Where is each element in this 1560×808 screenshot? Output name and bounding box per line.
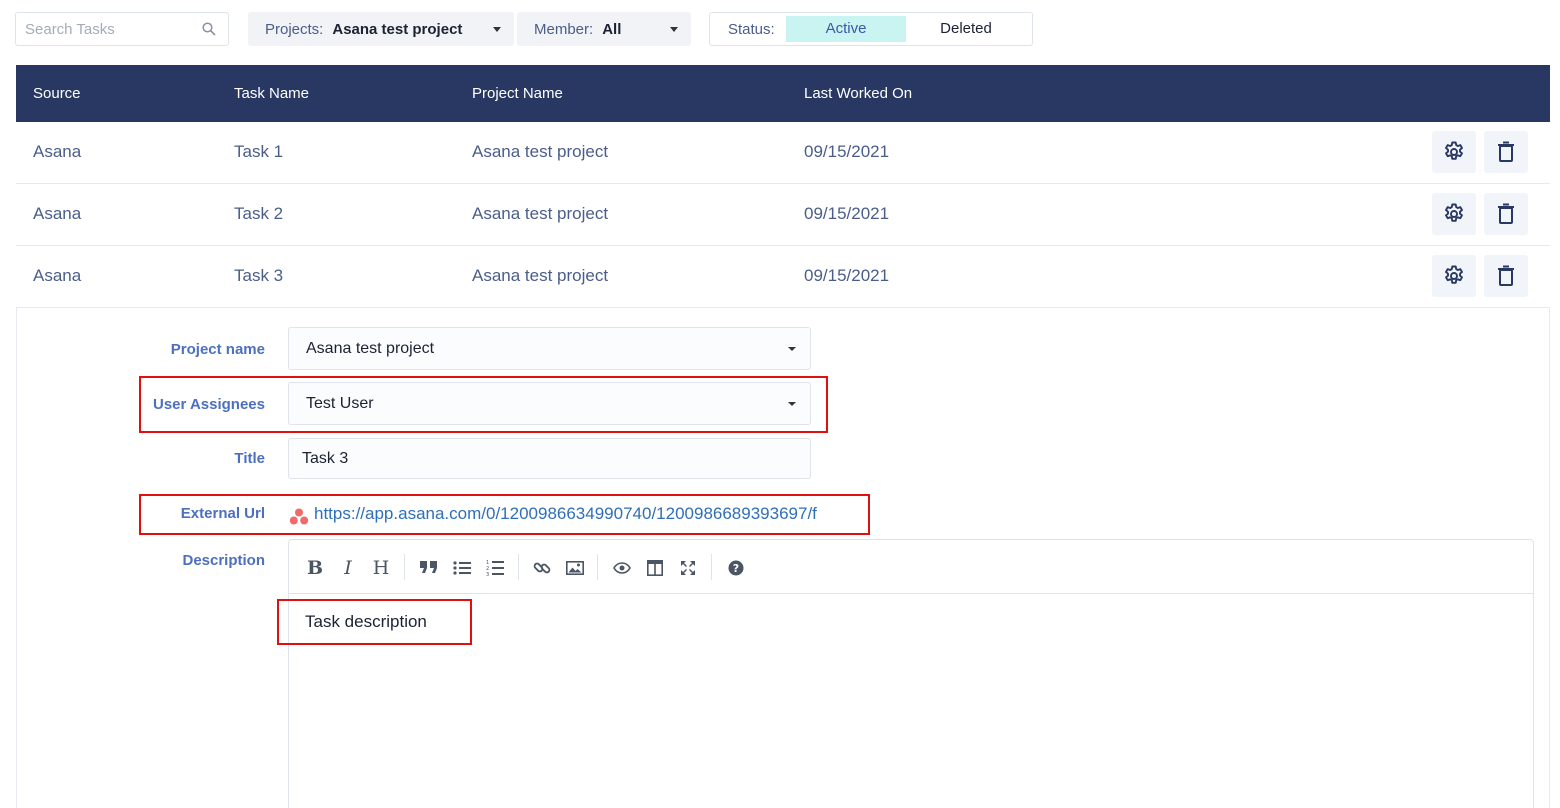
editor-toolbar: B I H 123 ?: [289, 540, 1533, 594]
heading-icon[interactable]: H: [370, 557, 392, 579]
cell-task-name: Task 3: [234, 266, 284, 285]
external-url-label: External Url: [180, 505, 265, 522]
svg-text:?: ?: [733, 562, 739, 575]
column-header-last-worked-on[interactable]: Last Worked On: [804, 85, 912, 102]
title-label: Title: [234, 450, 265, 467]
image-icon[interactable]: [564, 557, 586, 579]
table-row[interactable]: Asana Task 2 Asana test project 09/15/20…: [16, 184, 1550, 246]
project-name-value: Asana test project: [306, 339, 435, 357]
svg-text:3: 3: [486, 572, 489, 577]
delete-button[interactable]: [1484, 193, 1528, 235]
delete-button[interactable]: [1484, 131, 1528, 173]
cell-project-name: Asana test project: [472, 204, 609, 223]
projects-dropdown[interactable]: Projects: Asana test project: [248, 12, 514, 46]
toolbar-separator: [404, 554, 405, 580]
cell-last-worked-on: 09/15/2021: [804, 204, 890, 223]
trash-icon: [1498, 203, 1514, 224]
column-header-task-name[interactable]: Task Name: [234, 85, 309, 102]
member-label: Member:: [534, 20, 594, 38]
gear-icon: [1445, 203, 1463, 222]
description-text[interactable]: Task description: [305, 612, 427, 632]
settings-button[interactable]: [1432, 255, 1476, 297]
cell-project-name: Asana test project: [472, 142, 609, 161]
side-by-side-icon[interactable]: [644, 557, 666, 579]
status-toggle: Status: Active Deleted: [709, 12, 1033, 46]
project-name-select[interactable]: Asana test project: [288, 327, 811, 370]
cell-project-name: Asana test project: [472, 266, 609, 285]
italic-icon[interactable]: I: [337, 557, 359, 579]
tasks-table: Source Task Name Project Name Last Worke…: [16, 65, 1550, 308]
member-dropdown[interactable]: Member: All: [517, 12, 691, 46]
user-assignees-select[interactable]: Test User: [288, 382, 811, 425]
status-deleted-button[interactable]: Deleted: [906, 16, 1026, 42]
quote-icon[interactable]: [418, 557, 440, 579]
search-input[interactable]: [16, 13, 196, 45]
project-name-label: Project name: [170, 341, 265, 358]
description-label: Description: [182, 552, 265, 569]
table-header: Source Task Name Project Name Last Worke…: [16, 65, 1550, 122]
search-icon[interactable]: [202, 22, 216, 36]
link-icon[interactable]: [531, 557, 553, 579]
cell-source: Asana: [33, 142, 82, 161]
status-active-button[interactable]: Active: [786, 16, 906, 42]
column-header-project-name[interactable]: Project Name: [472, 85, 563, 102]
chevron-down-icon: [670, 27, 678, 32]
unordered-list-icon[interactable]: [451, 557, 473, 579]
table-row[interactable]: Asana Task 3 Asana test project 09/15/20…: [16, 246, 1550, 308]
settings-button[interactable]: [1432, 193, 1476, 235]
delete-button[interactable]: [1484, 255, 1528, 297]
title-value: Task 3: [302, 449, 349, 467]
chevron-down-icon: [493, 27, 501, 32]
gear-icon: [1445, 141, 1463, 160]
gear-icon: [1445, 265, 1463, 284]
cell-last-worked-on: 09/15/2021: [804, 266, 890, 285]
fullscreen-icon[interactable]: [677, 557, 699, 579]
cell-task-name: Task 2: [234, 204, 284, 223]
toolbar-separator: [711, 554, 712, 580]
toolbar-separator: [518, 554, 519, 580]
chevron-down-icon: [788, 402, 796, 406]
cell-source: Asana: [33, 266, 82, 285]
toolbar-separator: [597, 554, 598, 580]
asana-logo-icon: [289, 508, 309, 525]
preview-eye-icon[interactable]: [611, 557, 633, 579]
cell-task-name: Task 1: [234, 142, 284, 161]
title-input[interactable]: Task 3: [288, 438, 811, 479]
search-box: [15, 12, 229, 46]
external-url-link[interactable]: https://app.asana.com/0/1200986634990740…: [314, 504, 817, 524]
user-assignees-value: Test User: [306, 394, 374, 412]
status-label: Status:: [728, 20, 775, 38]
cell-last-worked-on: 09/15/2021: [804, 142, 890, 161]
trash-icon: [1498, 265, 1514, 286]
chevron-down-icon: [788, 347, 796, 351]
trash-icon: [1498, 141, 1514, 162]
ordered-list-icon[interactable]: 123: [484, 557, 506, 579]
user-assignees-label: User Assignees: [152, 396, 265, 413]
markdown-editor: B I H 123 ? Task description: [277, 539, 1534, 808]
help-icon[interactable]: ?: [725, 557, 747, 579]
table-row[interactable]: Asana Task 1 Asana test project 09/15/20…: [16, 122, 1550, 184]
projects-value: Asana test project: [332, 20, 463, 38]
column-header-source[interactable]: Source: [33, 85, 81, 102]
projects-label: Projects:: [265, 20, 324, 38]
task-edit-panel: Project name Asana test project User Ass…: [16, 308, 1550, 808]
settings-button[interactable]: [1432, 131, 1476, 173]
bold-icon[interactable]: B: [304, 557, 326, 579]
member-value: All: [602, 20, 622, 38]
cell-source: Asana: [33, 204, 82, 223]
